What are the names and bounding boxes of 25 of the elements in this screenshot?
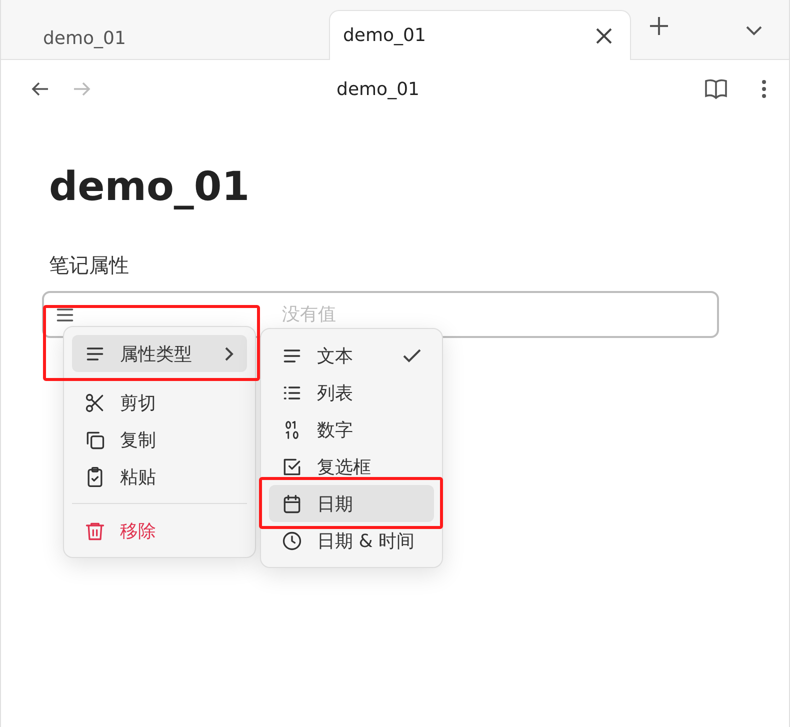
page-title: demo_01: [49, 164, 251, 210]
plus-icon[interactable]: [647, 14, 671, 38]
menu-item[interactable]: 日期 & 时间: [269, 522, 434, 559]
book-icon[interactable]: [703, 77, 729, 101]
scissors-icon: [84, 392, 106, 414]
section-heading: 笔记属性: [49, 252, 130, 279]
menu-item[interactable]: 数字: [269, 411, 434, 448]
clock-icon: [281, 530, 303, 552]
menu-item[interactable]: 复选框: [269, 448, 434, 485]
menu-item[interactable]: 列表: [269, 374, 434, 411]
note-title: demo_01: [336, 78, 420, 100]
menu-item[interactable]: 移除: [72, 512, 247, 549]
chevron-right-icon: [223, 346, 235, 362]
menu-item[interactable]: 文本: [269, 337, 434, 374]
menu-item[interactable]: 日期: [269, 485, 434, 522]
check-icon: [402, 348, 422, 364]
tab[interactable]: demo_01: [329, 10, 631, 60]
menu-item[interactable]: 粘贴: [72, 458, 247, 495]
more-icon[interactable]: [759, 78, 769, 100]
calendar-icon: [281, 492, 303, 514]
tab[interactable]: demo_01: [23, 16, 329, 60]
value-input[interactable]: 没有值: [280, 303, 509, 326]
menu-item[interactable]: 剪切: [72, 384, 247, 421]
menu-item[interactable]: 属性类型: [72, 335, 247, 372]
menu-item[interactable]: 复制: [72, 421, 247, 458]
